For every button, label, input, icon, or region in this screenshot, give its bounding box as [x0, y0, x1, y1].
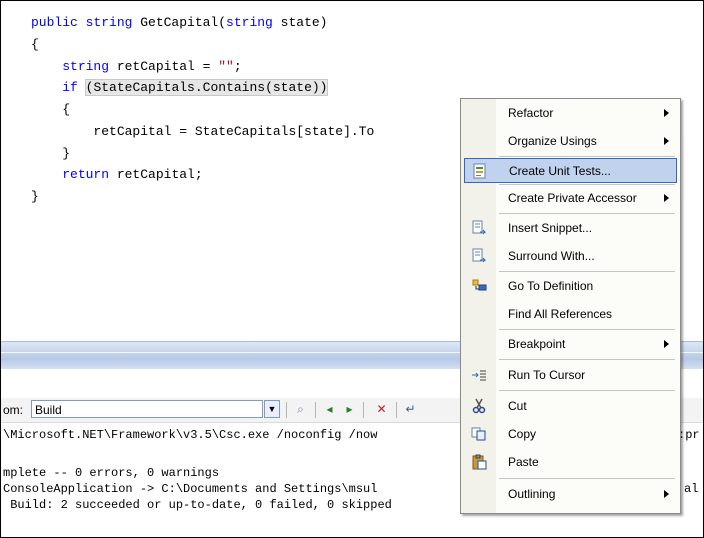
code-line: string retCapital = ""; [62, 59, 242, 74]
menu-item-go-to-definition[interactable]: Go To Definition [464, 274, 677, 299]
menu-item-cut[interactable]: Cut [464, 394, 677, 419]
show-output-from-select[interactable]: Build [31, 400, 263, 418]
output-line: Build: 2 succeeded or up-to-date, 0 fail… [3, 498, 392, 512]
submenu-arrow-icon [664, 109, 669, 117]
brace-match-highlight: (StateCapitals.Contains(state)) [84, 79, 329, 96]
previous-message-icon[interactable]: ◂ [321, 401, 338, 418]
output-line: \Microsoft.NET\Framework\v3.5\Csc.exe /n… [3, 428, 378, 442]
context-menu: Refactor Organize Usings Create Unit Tes… [460, 98, 681, 514]
code-line: } [31, 189, 39, 204]
menu-item-paste[interactable]: Paste [464, 450, 677, 475]
run-to-cursor-icon [470, 367, 488, 384]
menu-item-create-private-accessor[interactable]: Create Private Accessor [464, 186, 677, 211]
menu-item-refactor[interactable]: Refactor [464, 101, 677, 126]
goto-definition-icon [470, 278, 488, 295]
surround-icon [470, 248, 488, 265]
word-wrap-icon[interactable]: ↵ [402, 401, 419, 418]
submenu-arrow-icon [664, 490, 669, 498]
submenu-arrow-icon [664, 137, 669, 145]
menu-item-copy[interactable]: Copy [464, 422, 677, 447]
menu-item-create-unit-tests[interactable]: Create Unit Tests... [464, 158, 677, 183]
output-line: ConsoleApplication -> C:\Documents and S… [3, 482, 378, 496]
cut-icon [470, 398, 488, 415]
menu-item-organize-usings[interactable]: Organize Usings [464, 129, 677, 154]
next-message-icon[interactable]: ▸ [341, 401, 358, 418]
code-line: { [31, 37, 39, 52]
code-line: } [62, 146, 71, 161]
menu-item-outlining[interactable]: Outlining [464, 482, 677, 507]
chevron-down-icon[interactable]: ▼ [264, 400, 280, 418]
snippet-icon [470, 220, 488, 237]
menu-item-insert-snippet[interactable]: Insert Snippet... [464, 216, 677, 241]
output-line-fragment: :pr [678, 428, 700, 442]
unit-test-icon [471, 163, 489, 180]
submenu-arrow-icon [664, 340, 669, 348]
show-output-from-label: om: [3, 403, 24, 417]
code-line: { [62, 102, 71, 117]
menu-item-find-all-references[interactable]: Find All References [464, 302, 677, 327]
ide-window: public string GetCapital(string state) {… [0, 0, 704, 538]
submenu-arrow-icon [664, 194, 669, 202]
menu-item-breakpoint[interactable]: Breakpoint [464, 332, 677, 357]
menu-item-run-to-cursor[interactable]: Run To Cursor [464, 363, 677, 388]
find-message-icon[interactable]: ⌕ [292, 401, 309, 418]
menu-item-surround-with[interactable]: Surround With... [464, 244, 677, 269]
copy-icon [470, 426, 488, 443]
code-line: retCapital = StateCapitals[state].To [93, 124, 375, 139]
output-line-fragment: al [684, 482, 699, 496]
code-line: return retCapital; [62, 167, 203, 182]
clear-all-icon[interactable]: ✕ [373, 401, 390, 418]
code-line: public string GetCapital(string state) [31, 15, 328, 30]
output-line: mplete -- 0 errors, 0 warnings [3, 466, 220, 480]
paste-icon [470, 454, 488, 471]
code-line: if (StateCapitals.Contains(state)) [62, 79, 329, 96]
